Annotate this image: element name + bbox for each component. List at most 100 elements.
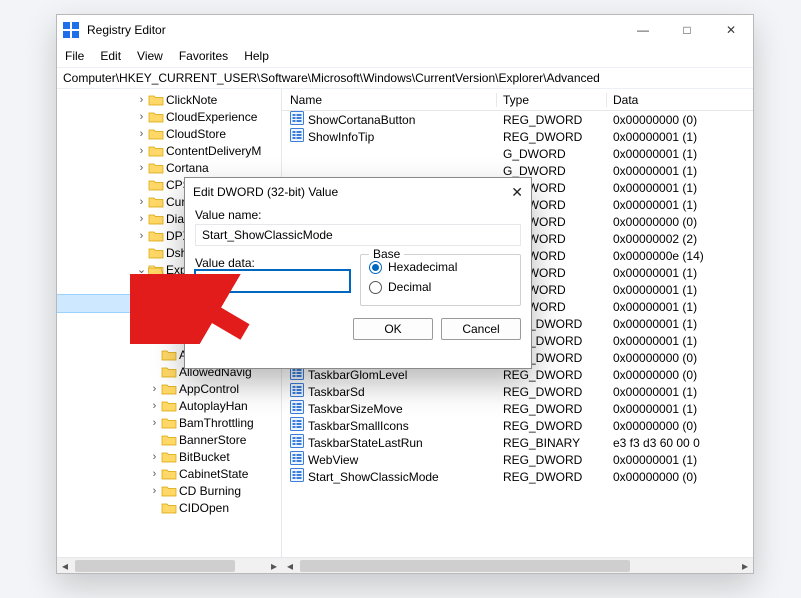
menu-view[interactable]: View (137, 49, 163, 63)
value-data: 0x00000000 (0) (607, 368, 753, 382)
base-group: Base Hexadecimal Decimal (360, 254, 521, 306)
chevron-right-icon[interactable]: › (148, 468, 161, 480)
folder-icon (148, 93, 164, 107)
base-legend: Base (369, 247, 404, 261)
value-row[interactable]: TaskbarSmallIconsREG_DWORD0x00000000 (0) (282, 417, 753, 434)
value-row[interactable]: TaskbarStateLastRunREG_BINARYe3 f3 d3 60… (282, 434, 753, 451)
tree-item[interactable]: ›AppControl (57, 380, 281, 397)
cancel-button[interactable]: Cancel (441, 318, 521, 340)
folder-icon (161, 416, 177, 430)
chevron-down-icon[interactable]: ⌄ (135, 263, 148, 276)
radio-decimal[interactable]: Decimal (369, 277, 512, 297)
value-data: 0x00000001 (1) (607, 130, 753, 144)
chevron-right-icon[interactable]: › (148, 485, 161, 497)
value-data: 0x00000001 (1) (607, 300, 753, 314)
menu-favorites[interactable]: Favorites (179, 49, 228, 63)
scroll-right-icon[interactable]: ▸ (737, 558, 753, 574)
ok-button[interactable]: OK (353, 318, 433, 340)
chevron-right-icon[interactable]: › (161, 315, 174, 327)
value-data: 0x00000001 (1) (607, 266, 753, 280)
chevron-right-icon[interactable]: › (135, 94, 148, 106)
value-row[interactable]: ShowInfoTipREG_DWORD0x00000001 (1) (282, 128, 753, 145)
folder-icon (161, 450, 177, 464)
value-data-label: Value data: (195, 256, 350, 270)
radio-dot-icon (369, 281, 382, 294)
chevron-right-icon[interactable]: › (135, 128, 148, 140)
tree-item[interactable]: BannerStore (57, 431, 281, 448)
folder-icon (148, 144, 164, 158)
value-row[interactable]: TaskbarSizeMoveREG_DWORD0x00000001 (1) (282, 400, 753, 417)
menu-help[interactable]: Help (244, 49, 269, 63)
value-type: G_DWORD (497, 147, 607, 161)
tree-item[interactable]: › CloudStore (57, 125, 281, 142)
tree-item[interactable]: › CD Burning (57, 482, 281, 499)
tree-item-label: AutoplayHan (179, 399, 248, 413)
value-data: 0x00000000 (0) (607, 470, 753, 484)
value-row[interactable]: Start_ShowClassicModeREG_DWORD0x00000000… (282, 468, 753, 485)
value-data: 0x00000002 (2) (607, 232, 753, 246)
chevron-right-icon[interactable]: › (135, 111, 148, 123)
address-bar[interactable]: Computer\HKEY_CURRENT_USER\Software\Micr… (57, 67, 753, 89)
tree-item[interactable]: › CabinetState (57, 465, 281, 482)
value-data: 0x00000001 (1) (607, 402, 753, 416)
value-row[interactable]: TaskbarSdREG_DWORD0x00000001 (1) (282, 383, 753, 400)
value-type: REG_DWORD (497, 385, 607, 399)
folder-icon (161, 399, 177, 413)
maximize-button[interactable]: □ (665, 15, 709, 45)
value-data: 0x00000000 (0) (607, 351, 753, 365)
value-row[interactable]: WebViewREG_DWORD0x00000001 (1) (282, 451, 753, 468)
chevron-right-icon[interactable]: › (148, 417, 161, 429)
value-row[interactable]: ShowCortanaButtonREG_DWORD0x00000000 (0) (282, 111, 753, 128)
col-header-name[interactable]: Name (282, 93, 497, 107)
value-data: e3 f3 d3 60 00 0 (607, 436, 753, 450)
col-header-data[interactable]: Data (607, 93, 753, 107)
tree-item[interactable]: ›ClickNote (57, 91, 281, 108)
list-hscroll[interactable]: ◂ ▸ (282, 557, 753, 573)
value-name: TaskbarSd (308, 385, 365, 399)
tree-item[interactable]: ›BamThrottling (57, 414, 281, 431)
close-button[interactable]: ✕ (709, 15, 753, 45)
dialog-close-button[interactable]: ✕ (511, 184, 523, 201)
chevron-right-icon[interactable]: › (135, 145, 148, 157)
tree-item-label: CD Burning (179, 484, 241, 498)
value-row[interactable]: G_DWORD0x00000001 (1) (282, 145, 753, 162)
tree-hscroll[interactable]: ◂ ▸ (57, 557, 282, 573)
tree-item[interactable]: ›CloudExperience (57, 108, 281, 125)
chevron-right-icon[interactable]: › (135, 196, 148, 208)
value-data: 0x00000001 (1) (607, 334, 753, 348)
dword-icon (290, 417, 304, 434)
scroll-right-icon[interactable]: ▸ (266, 558, 282, 574)
menubar: File Edit View Favorites Help (57, 45, 753, 67)
value-data-input[interactable] (195, 270, 350, 292)
chevron-right-icon[interactable]: › (135, 230, 148, 242)
col-header-type[interactable]: Type (497, 93, 607, 107)
chevron-down-icon[interactable]: ⌄ (148, 297, 161, 310)
edit-dword-dialog: Edit DWORD (32-bit) Value ✕ Value name: … (184, 177, 532, 369)
chevron-right-icon[interactable]: › (148, 383, 161, 395)
tree-item[interactable]: ›Cortana (57, 159, 281, 176)
minimize-button[interactable]: — (621, 15, 665, 45)
value-data: 0x0000000e (14) (607, 249, 753, 263)
menu-edit[interactable]: Edit (100, 49, 121, 63)
scroll-left-icon[interactable]: ◂ (57, 558, 73, 574)
chevron-right-icon[interactable]: › (135, 162, 148, 174)
tree-item-label: CabinetState (179, 467, 248, 481)
folder-open-icon (148, 263, 164, 277)
tree-item-label: CloudStore (166, 127, 226, 141)
address-text: Computer\HKEY_CURRENT_USER\Software\Micr… (63, 71, 600, 85)
tree-item[interactable]: ›BitBucket (57, 448, 281, 465)
folder-icon (161, 501, 177, 515)
chevron-right-icon[interactable]: › (148, 400, 161, 412)
tree-item[interactable]: ›ContentDeliveryM (57, 142, 281, 159)
tree-item[interactable]: CIDOpen (57, 499, 281, 516)
chevron-right-icon[interactable]: › (135, 213, 148, 225)
chevron-right-icon[interactable]: › (148, 451, 161, 463)
scroll-left-icon[interactable]: ◂ (282, 558, 298, 574)
dword-icon (290, 128, 304, 145)
menu-file[interactable]: File (65, 49, 84, 63)
folder-icon (148, 246, 164, 260)
tree-item[interactable]: › AutoplayHan (57, 397, 281, 414)
dialog-titlebar[interactable]: Edit DWORD (32-bit) Value ✕ (185, 178, 531, 206)
value-type: REG_DWORD (497, 419, 607, 433)
titlebar[interactable]: Registry Editor — □ ✕ (57, 15, 753, 45)
